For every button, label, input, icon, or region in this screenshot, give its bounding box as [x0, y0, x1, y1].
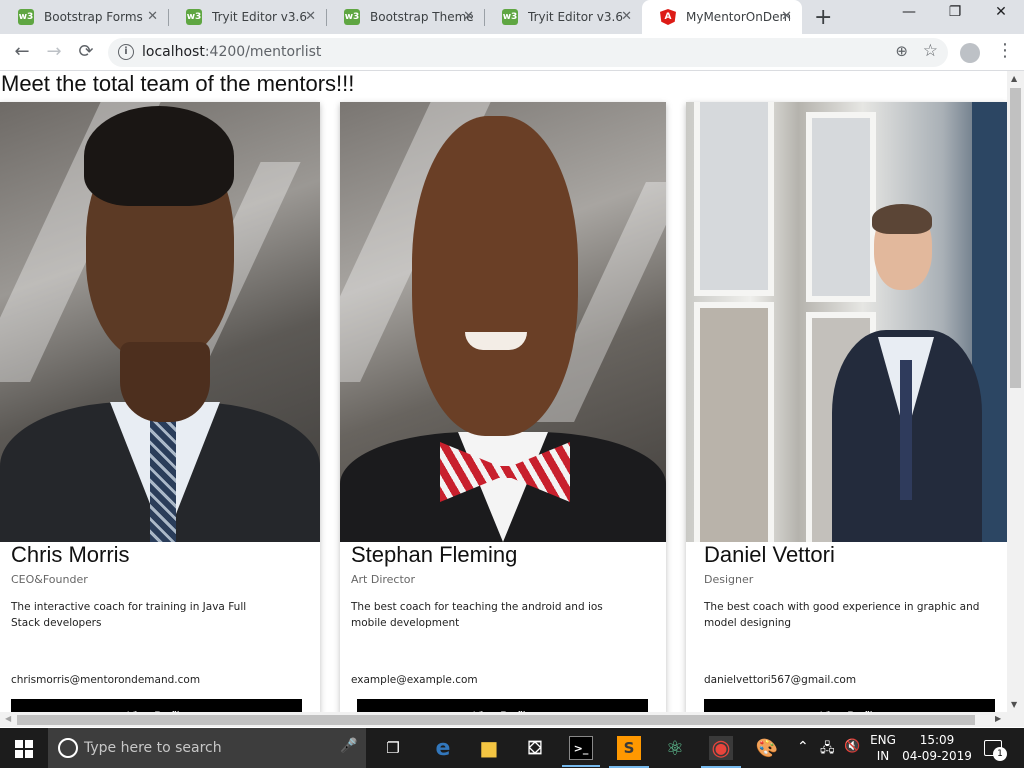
page-title: Meet the total team of the mentors!!! — [1, 71, 355, 96]
mentor-card: Chris Morris CEO&Founder The interactive… — [0, 102, 320, 712]
page-viewport: Meet the total team of the mentors!!! Ch… — [0, 71, 1007, 712]
windows-taskbar: Type here to search 🎤 ❐ e ■ ⛋ >_ S ⚛ ◉ 🎨… — [0, 728, 1024, 768]
browser-toolbar: ← → ⟳ i localhost:4200/mentorlist ⊕ ☆ ⋮ — [0, 34, 1024, 71]
mentor-photo — [340, 102, 666, 542]
scroll-down-arrow[interactable]: ▼ — [1011, 700, 1017, 709]
close-icon[interactable]: ✕ — [305, 9, 316, 24]
windows-start-icon[interactable] — [15, 740, 33, 758]
command-prompt-icon[interactable]: >_ — [562, 736, 600, 767]
tab-label: Tryit Editor v3.6 — [212, 10, 307, 24]
store-icon[interactable]: ⛋ — [523, 736, 547, 760]
vertical-scrollbar[interactable]: ▲ ▼ — [1007, 71, 1024, 712]
mentor-name: Daniel Vettori — [704, 542, 835, 567]
mentor-description: The interactive coach for training in Ja… — [11, 601, 247, 629]
bookmark-star-icon[interactable]: ☆ — [923, 41, 938, 61]
tab-bootstrap-forms[interactable]: w3 Bootstrap Forms ✕ — [0, 0, 168, 34]
view-profile-button[interactable]: View Profile — [357, 699, 648, 712]
w3schools-icon: w3 — [502, 9, 518, 25]
maximize-button[interactable]: ❐ — [932, 4, 978, 20]
minimize-button[interactable]: — — [886, 4, 932, 20]
browser-menu-icon[interactable]: ⋮ — [996, 40, 1014, 61]
mentor-photo — [686, 102, 1007, 542]
url-text[interactable]: localhost:4200/mentorlist — [142, 44, 321, 60]
back-button[interactable]: ← — [10, 41, 34, 62]
tab-tryit-editor-1[interactable]: w3 Tryit Editor v3.6 ✕ — [168, 0, 326, 34]
mentor-role: CEO&Founder — [11, 573, 88, 586]
tab-tryit-editor-2[interactable]: w3 Tryit Editor v3.6 ✕ — [484, 0, 642, 34]
language-code: ENG — [870, 733, 896, 747]
new-tab-button[interactable]: + — [814, 5, 832, 30]
tab-label: Bootstrap Forms — [44, 10, 143, 24]
reload-button[interactable]: ⟳ — [74, 41, 98, 62]
tab-label: Tryit Editor v3.6 — [528, 10, 623, 24]
mentor-card: Stephan Fleming Art Director The best co… — [340, 102, 666, 712]
clock-time: 15:09 — [919, 733, 955, 747]
w3schools-icon: w3 — [18, 9, 34, 25]
mentor-email: chrismorris@mentorondemand.com — [11, 674, 201, 686]
atom-icon[interactable]: ⚛ — [663, 736, 687, 760]
notification-count-badge: 1 — [993, 747, 1007, 761]
paint-icon[interactable]: 🎨 — [755, 736, 779, 760]
view-profile-button[interactable]: View Profile — [11, 699, 302, 712]
zoom-icon[interactable]: ⊕ — [895, 42, 908, 60]
close-icon[interactable]: ✕ — [781, 9, 792, 24]
profile-avatar[interactable] — [960, 43, 980, 63]
vertical-scroll-thumb[interactable] — [1010, 88, 1021, 388]
mentor-description: The best coach with good experience in g… — [704, 601, 980, 629]
address-bar[interactable]: i localhost:4200/mentorlist ⊕ ☆ — [108, 38, 948, 67]
scroll-right-arrow[interactable]: ▶ — [995, 714, 1001, 723]
microphone-icon[interactable]: 🎤 — [340, 738, 357, 754]
tab-label: MyMentorOnDem — [686, 10, 790, 24]
view-profile-button[interactable]: View Profile — [704, 699, 995, 712]
horizontal-scrollbar[interactable]: ◀ ▶ — [0, 712, 1024, 727]
angular-icon: A — [660, 9, 676, 25]
close-icon[interactable]: ✕ — [147, 9, 158, 24]
mentor-photo — [0, 102, 320, 542]
mentor-role: Art Director — [351, 573, 416, 586]
tab-label: Bootstrap Theme — [370, 10, 474, 24]
w3schools-icon: w3 — [344, 9, 360, 25]
forward-button[interactable]: → — [42, 41, 66, 62]
language-indicator[interactable]: ENG IN — [868, 732, 898, 764]
close-icon[interactable]: ✕ — [621, 9, 632, 24]
mentor-role: Designer — [704, 573, 754, 586]
mentor-description: The best coach for teaching the android … — [351, 601, 603, 629]
task-view-icon[interactable]: ❐ — [381, 736, 405, 760]
horizontal-scroll-thumb[interactable] — [17, 715, 975, 725]
site-info-icon[interactable]: i — [118, 44, 134, 60]
show-hidden-icons-chevron-icon[interactable]: ⌃ — [797, 739, 809, 755]
close-icon[interactable]: ✕ — [463, 9, 474, 24]
action-center-icon[interactable]: 1 — [984, 740, 1007, 761]
cortana-icon — [58, 738, 78, 758]
url-host: localhost — [142, 44, 205, 60]
mentor-email: danielvettori567@gmail.com — [704, 674, 857, 686]
volume-muted-icon[interactable]: 🔇 — [844, 739, 860, 754]
language-region: IN — [876, 749, 890, 763]
scroll-up-arrow[interactable]: ▲ — [1011, 74, 1017, 83]
edge-icon[interactable]: e — [431, 736, 455, 761]
file-explorer-icon[interactable]: ■ — [477, 736, 501, 760]
network-icon[interactable]: 🖧 — [820, 739, 835, 761]
w3schools-icon: w3 — [186, 9, 202, 25]
mentor-name: Stephan Fleming — [351, 542, 518, 567]
url-path: :4200/mentorlist — [204, 44, 322, 60]
browser-tab-strip: w3 Bootstrap Forms ✕ w3 Tryit Editor v3.… — [0, 0, 1024, 34]
close-window-button[interactable]: ✕ — [978, 4, 1024, 20]
mentor-card: Daniel Vettori Designer The best coach w… — [686, 102, 1007, 712]
clock-date: 04-09-2019 — [902, 749, 972, 763]
search-placeholder: Type here to search — [84, 740, 222, 756]
tab-mymentorondemand[interactable]: A MyMentorOnDem ✕ — [642, 0, 802, 34]
chrome-icon[interactable]: ◉ — [701, 736, 741, 768]
sublime-text-icon[interactable]: S — [609, 736, 649, 768]
taskbar-clock[interactable]: 15:09 04-09-2019 — [902, 732, 972, 764]
scroll-left-arrow[interactable]: ◀ — [5, 714, 11, 723]
mentor-name: Chris Morris — [11, 542, 130, 567]
taskbar-search[interactable]: Type here to search 🎤 — [48, 728, 366, 768]
mentor-email: example@example.com — [351, 674, 478, 686]
tab-bootstrap-theme[interactable]: w3 Bootstrap Theme ✕ — [326, 0, 484, 34]
